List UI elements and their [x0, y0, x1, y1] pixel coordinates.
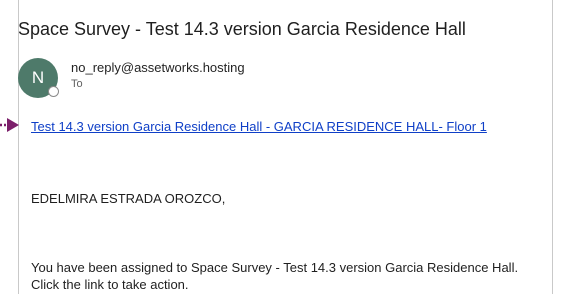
recipient-to-label[interactable]: To	[71, 78, 83, 90]
email-subject: Space Survey - Test 14.3 version Garcia …	[18, 19, 466, 39]
pointer-arrow-icon	[0, 118, 19, 132]
sender-email-address[interactable]: no_reply@assetworks.hosting	[71, 60, 245, 75]
email-body-text: You have been assigned to Space Survey -…	[31, 259, 546, 293]
body-line-instruction: Click the link to take action.	[31, 277, 189, 292]
recipient-greeting: EDELMIRA ESTRADA OROZCO,	[31, 191, 226, 206]
body-line-assignment: You have been assigned to Space Survey -…	[31, 260, 519, 275]
email-reading-pane	[18, 0, 553, 294]
presence-status-icon	[48, 86, 59, 97]
survey-action-link[interactable]: Test 14.3 version Garcia Residence Hall …	[31, 119, 487, 134]
sender-header: N no_reply@assetworks.hosting To	[18, 57, 418, 99]
